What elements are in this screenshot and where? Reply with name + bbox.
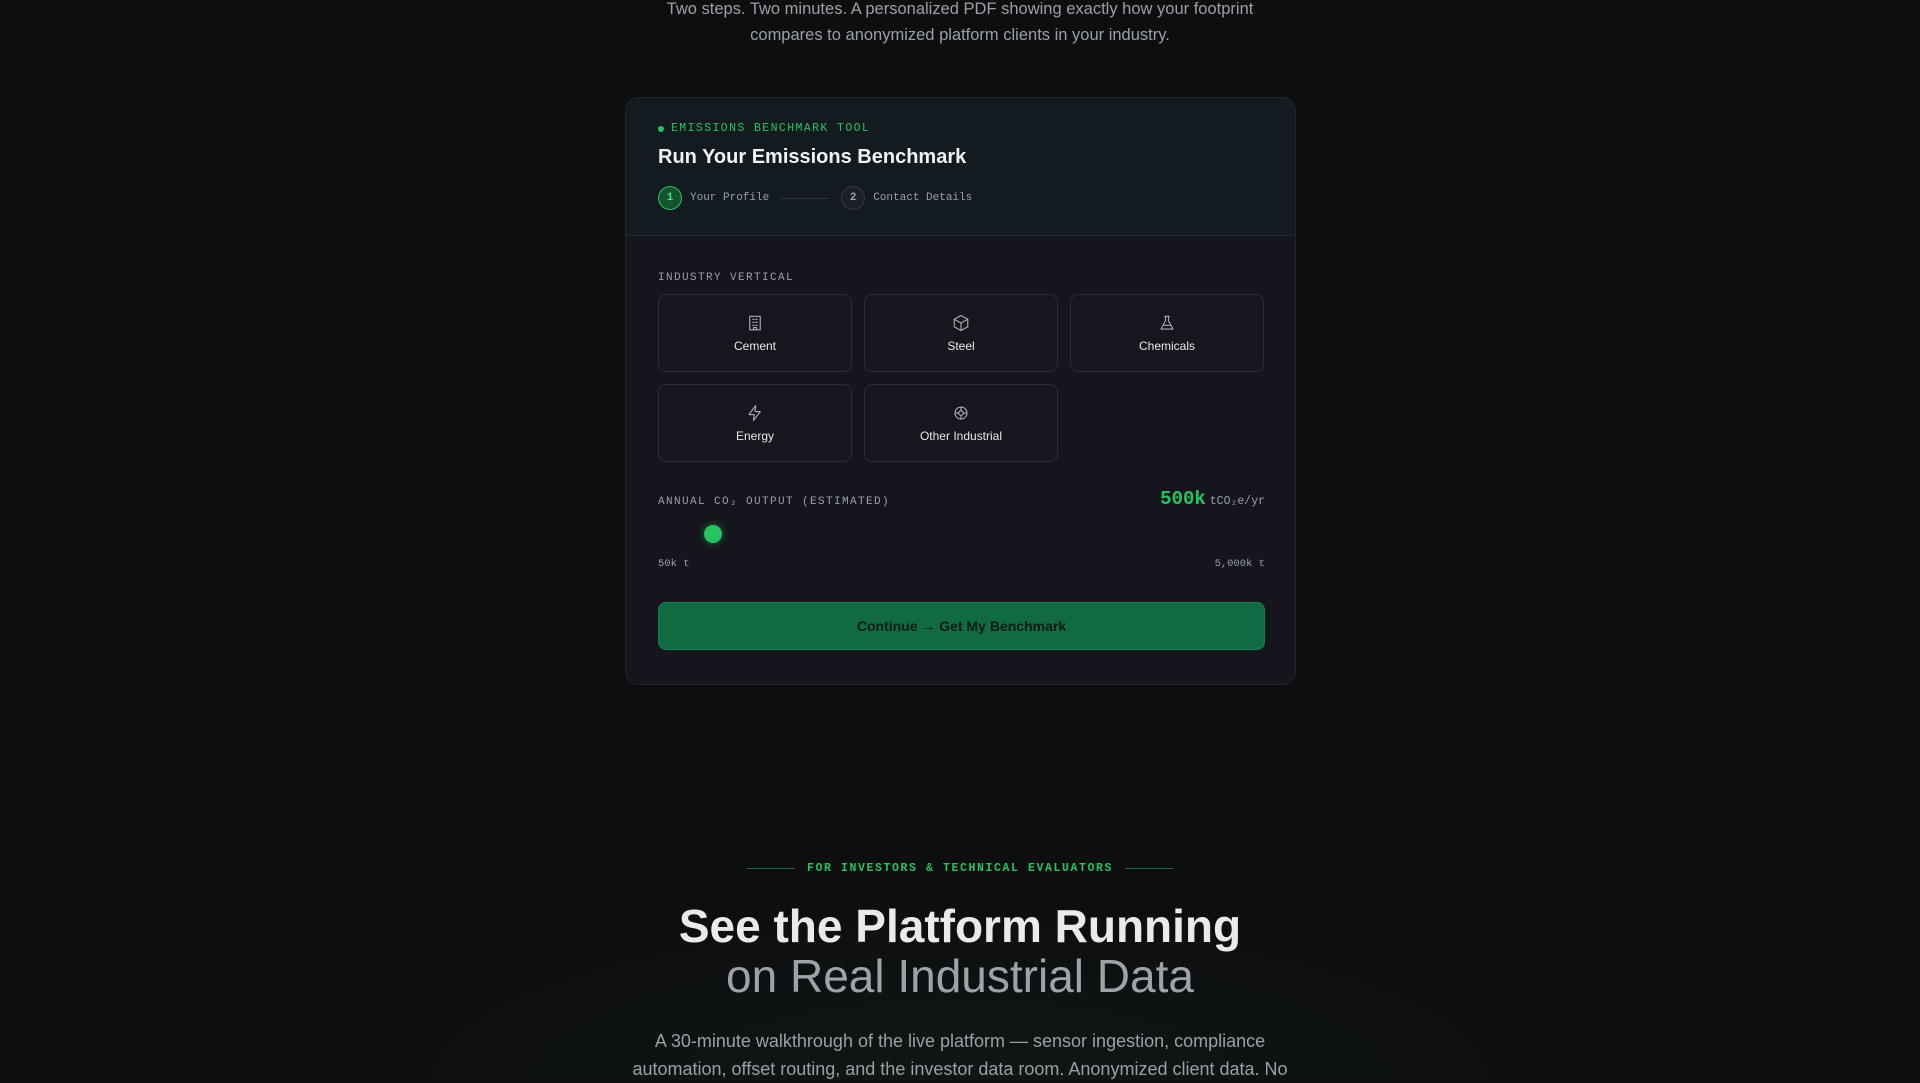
industry-label-energy: Energy (735, 429, 775, 443)
section-description: A 30-minute walkthrough of the live plat… (632, 1031, 1288, 1079)
co2-value: 500k (1160, 488, 1206, 510)
industry-grid: Cement Steel Chemicals Energy Other Indu… (658, 294, 1265, 462)
section-title-line-2: on Real Industrial Data (726, 950, 1194, 1002)
intro-line-1: Two steps. Two minutes. A personalized P… (666, 0, 1254, 18)
step-1-label: Your Profile (690, 192, 770, 204)
industry-option-chemicals[interactable]: Chemicals (1070, 294, 1264, 372)
section-eyebrow-label: FOR INVESTORS & TECHNICAL EVALUATORS (806, 862, 1114, 875)
eyebrow-rule-left (746, 868, 795, 869)
benchmark-card: EMISSIONS BENCHMARK TOOL Run Your Emissi… (625, 97, 1296, 685)
gear-icon (951, 403, 971, 423)
industry-label-steel: Steel (947, 339, 975, 353)
intro-line-2: compares to anonymized platform clients … (750, 26, 1170, 44)
tool-eyebrow-label: EMISSIONS BENCHMARK TOOL (671, 122, 871, 135)
step-1[interactable]: 1 Your Profile (658, 186, 769, 210)
industry-label-other: Other Industrial (919, 429, 1003, 443)
step-2-number: 2 (841, 186, 866, 210)
industry-option-cement[interactable]: Cement (658, 294, 852, 372)
tool-eyebrow: EMISSIONS BENCHMARK TOOL (658, 122, 870, 135)
industry-option-steel[interactable]: Steel (864, 294, 1058, 372)
co2-label: ANNUAL CO₂ OUTPUT (ESTIMATED) (658, 496, 891, 508)
section-title-line-1: See the Platform Running (678, 900, 1242, 952)
industry-label: INDUSTRY VERTICAL (658, 272, 795, 284)
slider-range: 50k t 5,000k t (658, 558, 1265, 570)
slider-max-label: 5,000k t (1214, 558, 1265, 570)
continue-button[interactable]: Continue → Get My Benchmark (658, 602, 1265, 650)
co2-unit: tCO₂e/yr (1209, 495, 1265, 508)
co2-readout: 500k tCO₂e/yr (1160, 488, 1265, 510)
section-eyebrow: FOR INVESTORS & TECHNICAL EVALUATORS (0, 862, 1920, 875)
status-dot-icon (658, 125, 664, 132)
industry-option-energy[interactable]: Energy (658, 384, 852, 462)
flask-icon (1157, 313, 1177, 333)
industry-option-other[interactable]: Other Industrial (864, 384, 1058, 462)
co2-row: ANNUAL CO₂ OUTPUT (ESTIMATED) 500k tCO₂e… (658, 488, 1265, 510)
card-header: EMISSIONS BENCHMARK TOOL Run Your Emissi… (626, 98, 1295, 236)
demo-section: FOR INVESTORS & TECHNICAL EVALUATORS See… (0, 850, 1920, 1083)
industry-label-cement: Cement (733, 339, 777, 353)
cube-icon (951, 313, 971, 333)
eyebrow-rule-right (1125, 868, 1174, 869)
slider-thumb[interactable] (704, 525, 723, 543)
step-2[interactable]: 2 Contact Details (841, 186, 972, 210)
stepper: 1 Your Profile 2 Contact Details (658, 186, 972, 210)
step-2-label: Contact Details (873, 192, 973, 204)
card-body: INDUSTRY VERTICAL Cement Steel Chemicals (626, 236, 1295, 684)
industry-label-chemicals: Chemicals (1138, 339, 1195, 353)
slider-track[interactable] (658, 533, 1265, 535)
slider-min-label: 50k t (658, 558, 690, 570)
step-connector (781, 197, 830, 199)
card-title: Run Your Emissions Benchmark (658, 146, 967, 168)
lightning-icon (745, 403, 765, 423)
step-1-number: 1 (658, 186, 682, 210)
co2-slider[interactable] (658, 522, 1265, 546)
building-icon (745, 313, 765, 333)
